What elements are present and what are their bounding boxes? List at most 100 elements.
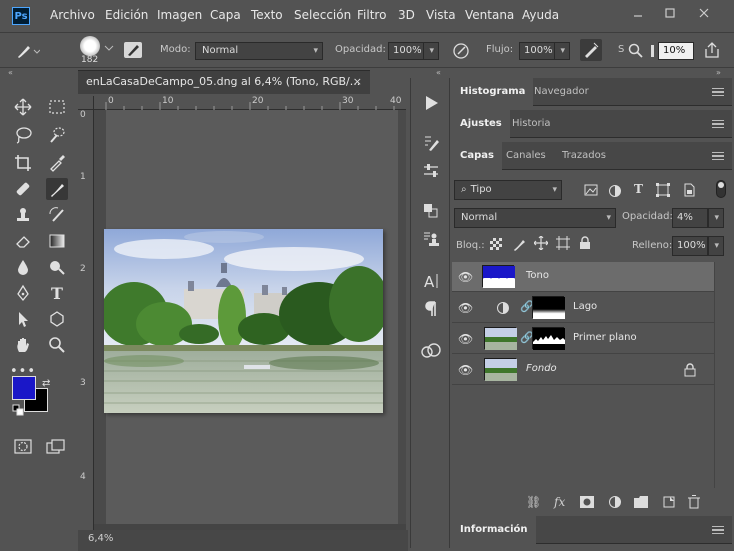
- tab-info[interactable]: Información: [452, 516, 536, 544]
- lasso-tool-icon[interactable]: [12, 124, 34, 146]
- dodge-tool-icon[interactable]: [46, 256, 68, 278]
- smoothing-field[interactable]: 10%: [658, 42, 694, 60]
- layer-opacity-chevron-icon[interactable]: ▾: [708, 208, 724, 228]
- type-tool-icon[interactable]: T: [46, 282, 68, 304]
- layer-filter-dropdown[interactable]: ⌕ Tipo ▾: [454, 180, 562, 200]
- minimize-icon[interactable]: [630, 6, 646, 20]
- layers-panel-menu-icon[interactable]: [712, 152, 724, 160]
- history-brush-tool-icon[interactable]: [46, 204, 68, 226]
- menu-3d[interactable]: 3D: [398, 8, 415, 22]
- delete-layer-trash-icon[interactable]: [688, 495, 700, 509]
- expand-right-icon[interactable]: »: [716, 68, 721, 77]
- maximize-icon[interactable]: [662, 6, 678, 20]
- pen-tool-icon[interactable]: [12, 282, 34, 304]
- flow-chevron-icon[interactable]: ▾: [554, 42, 570, 60]
- layer-row-fondo[interactable]: 👁 Fondo: [452, 355, 714, 385]
- add-mask-icon[interactable]: [580, 496, 594, 508]
- opacity-chevron-icon[interactable]: ▾: [423, 42, 439, 60]
- visibility-eye-icon[interactable]: 👁: [458, 301, 473, 315]
- blur-tool-icon[interactable]: [12, 256, 34, 278]
- screen-mode-icon[interactable]: [46, 438, 66, 456]
- marquee-tool-icon[interactable]: [46, 96, 68, 118]
- menu-archivo[interactable]: Archivo: [50, 8, 95, 22]
- default-colors-icon[interactable]: [12, 404, 24, 416]
- brush-settings-panel-icon[interactable]: [124, 42, 142, 58]
- menu-seleccion[interactable]: Selección: [294, 8, 351, 22]
- hand-tool-icon[interactable]: [12, 334, 34, 356]
- search-icon[interactable]: [628, 43, 644, 59]
- healing-brush-tool-icon[interactable]: [12, 178, 34, 200]
- lock-pixels-icon[interactable]: [512, 237, 526, 251]
- character-panel-icon[interactable]: A: [419, 270, 443, 292]
- lock-transparent-icon[interactable]: [490, 238, 502, 250]
- brush-tool-icon-active[interactable]: [46, 178, 68, 200]
- quick-mask-icon[interactable]: [14, 438, 34, 456]
- filter-shape-icon[interactable]: [656, 183, 670, 197]
- gradient-tool-icon[interactable]: [46, 230, 68, 252]
- menu-ventana[interactable]: Ventana: [465, 8, 514, 22]
- layer-row-lago[interactable]: 👁 🔗 Lago: [452, 293, 714, 323]
- menu-vista[interactable]: Vista: [426, 8, 456, 22]
- shape-tool-icon[interactable]: [46, 308, 68, 330]
- zoom-level[interactable]: 6,4%: [88, 533, 113, 544]
- new-layer-icon[interactable]: [662, 495, 676, 509]
- 3d-materials-icon[interactable]: [419, 200, 443, 222]
- lock-position-icon[interactable]: [534, 236, 548, 250]
- paragraph-panel-icon[interactable]: [419, 298, 443, 320]
- fill-chevron-icon[interactable]: ▾: [708, 236, 724, 256]
- eraser-tool-icon[interactable]: [12, 230, 34, 252]
- filter-pixel-icon[interactable]: [584, 184, 598, 196]
- layer-row-primer-plano[interactable]: 👁 🔗 Primer plano: [452, 324, 714, 354]
- canvas-area[interactable]: [94, 110, 406, 530]
- brush-tool-icon[interactable]: [12, 41, 40, 61]
- flow-field[interactable]: 100%: [519, 42, 555, 60]
- collapse-left-icon[interactable]: «: [8, 68, 13, 77]
- filter-adjustment-icon[interactable]: [608, 184, 622, 198]
- tab-navigator[interactable]: Navegador: [526, 78, 597, 106]
- eyedropper-tool-icon[interactable]: [46, 152, 68, 174]
- filter-smart-object-icon[interactable]: [682, 183, 696, 197]
- menu-capa[interactable]: Capa: [210, 8, 241, 22]
- adjustments-panel-menu-icon[interactable]: [712, 120, 724, 128]
- collapse-mid-icon[interactable]: «: [436, 68, 441, 77]
- zoom-tool-icon[interactable]: [46, 334, 68, 356]
- menu-edicion[interactable]: Edición: [105, 8, 148, 22]
- layer-opacity-field[interactable]: 4%: [672, 208, 708, 228]
- visibility-eye-icon[interactable]: 👁: [458, 332, 473, 346]
- menu-texto[interactable]: Texto: [251, 8, 283, 22]
- filter-toggle-switch[interactable]: [716, 180, 726, 198]
- blend-mode-dropdown[interactable]: Normal ▾: [454, 208, 616, 228]
- lock-all-icon[interactable]: [579, 236, 591, 250]
- menu-ayuda[interactable]: Ayuda: [522, 8, 559, 22]
- airbrush-icon[interactable]: [580, 39, 602, 61]
- new-group-folder-icon[interactable]: [634, 496, 648, 508]
- filter-type-icon[interactable]: T: [634, 182, 643, 196]
- brush-preset-icon[interactable]: [80, 36, 100, 56]
- document-tab[interactable]: enLaCasaDeCampo_05.dng al 6,4% (Tono, RG…: [78, 70, 370, 94]
- info-panel-menu-icon[interactable]: [712, 526, 724, 534]
- fill-field[interactable]: 100%: [672, 236, 708, 256]
- lock-artboard-icon[interactable]: [556, 236, 570, 250]
- clone-stamp-tool-icon[interactable]: [12, 204, 34, 226]
- layers-scrollbar[interactable]: [714, 262, 730, 488]
- brush-settings-icon[interactable]: [419, 132, 443, 154]
- close-tab-icon[interactable]: ×: [353, 71, 362, 93]
- quick-selection-tool-icon[interactable]: [46, 124, 68, 146]
- path-selection-tool-icon[interactable]: [12, 308, 34, 330]
- close-icon[interactable]: [696, 6, 712, 20]
- link-layers-icon[interactable]: ⛓: [526, 495, 541, 509]
- share-icon[interactable]: [703, 41, 721, 59]
- creative-cloud-libraries-icon[interactable]: [419, 340, 443, 362]
- tab-adjustments[interactable]: Ajustes: [452, 110, 510, 138]
- histogram-panel-menu-icon[interactable]: [712, 88, 724, 96]
- tab-history[interactable]: Historia: [504, 110, 559, 138]
- pressure-opacity-icon[interactable]: [452, 42, 470, 60]
- layer-row-tono[interactable]: 👁 Tono: [452, 262, 714, 292]
- foreground-color-swatch[interactable]: [12, 376, 36, 400]
- brush-picker-chevron-icon[interactable]: [104, 44, 114, 52]
- tab-channels[interactable]: Canales: [498, 142, 554, 170]
- play-actions-icon[interactable]: [419, 92, 443, 114]
- mode-dropdown[interactable]: Normal ▾: [195, 42, 323, 60]
- swap-colors-icon[interactable]: ⇄: [42, 378, 50, 389]
- tab-paths[interactable]: Trazados: [554, 142, 614, 170]
